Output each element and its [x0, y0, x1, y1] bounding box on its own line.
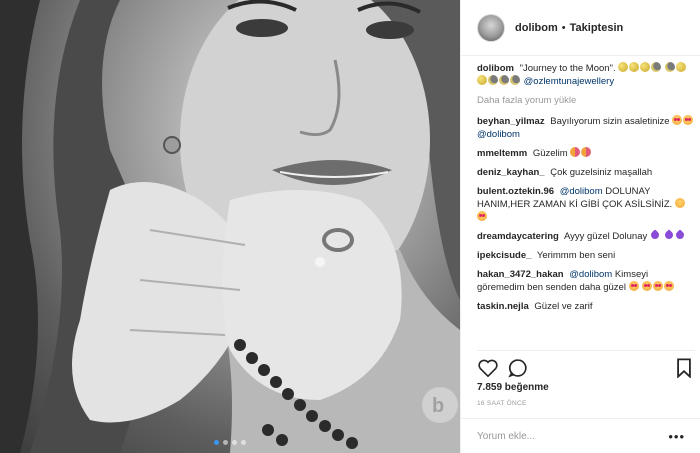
comments-list: dolibom "Journey to the Moon". @ozlemtun…: [477, 62, 695, 346]
header-separator: •: [561, 21, 566, 34]
comment-icon[interactable]: [507, 357, 529, 379]
heart-eyes-emoji-icon: [683, 115, 694, 125]
moon-emoji-icon: [675, 62, 686, 72]
purple-heart-emoji-icon: [662, 229, 675, 241]
comment-item: deniz_kayhan_ Çok guzelsiniz maşallah: [477, 166, 695, 179]
heart-eyes-emoji-icon: [628, 281, 639, 291]
comment-username[interactable]: deniz_kayhan_: [477, 167, 545, 178]
avatar[interactable]: [477, 13, 505, 42]
comment-mention[interactable]: @dolibom: [560, 186, 603, 197]
comment-item: ipekcisude_ Yerimmm ben seni: [477, 249, 695, 262]
comment-text: Ayyy güzel Dolunay: [563, 231, 648, 242]
carousel-indicator: [0, 440, 460, 445]
more-options-icon[interactable]: •••: [668, 429, 685, 444]
couple-emoji-icon: [570, 147, 581, 157]
comment-mention[interactable]: @dolibom: [569, 269, 612, 280]
comment-mention[interactable]: @dolibom: [477, 129, 520, 140]
comment-text: Güzel ve zarif: [534, 301, 593, 312]
portrait-image: b: [0, 0, 460, 453]
moon-emoji-icon: [629, 62, 640, 72]
carousel-dot: [241, 440, 246, 445]
moon-emoji-icon: [488, 75, 498, 85]
add-comment-bar: •••: [461, 418, 700, 453]
caption-text: "Journey to the Moon".: [519, 63, 616, 74]
comment-input[interactable]: [477, 430, 669, 442]
comment-item: taskin.nejla Güzel ve zarif: [477, 300, 695, 313]
comment-text: Bayılıyorum sizin asaletinize: [550, 116, 670, 127]
comment-username[interactable]: dreamdaycatering: [477, 231, 559, 242]
moon-emoji-icon: [651, 62, 662, 72]
comment-username[interactable]: hakan_3472_hakan: [477, 269, 564, 280]
purple-heart-emoji-icon: [673, 229, 686, 241]
comment-item: bulent.oztekin.96 @dolibom DOLUNAY HANIM…: [477, 185, 695, 224]
comment-item: hakan_3472_hakan @dolibom Kimseyi göreme…: [477, 268, 695, 294]
heart-eyes-emoji-icon: [664, 281, 675, 291]
caption-username[interactable]: dolibom: [477, 63, 514, 74]
svg-text:b: b: [432, 395, 444, 417]
heart-icon[interactable]: [477, 357, 499, 379]
post-header: dolibom • Takiptesin: [461, 0, 700, 56]
comment-text: Yerimmm ben seni: [536, 250, 616, 261]
purple-heart-emoji-icon: [649, 229, 661, 241]
heart-eyes-emoji-icon: [477, 211, 487, 221]
heart-eyes-emoji-icon: [642, 281, 653, 291]
comment-text: Güzelim: [532, 148, 568, 159]
follow-status[interactable]: Takiptesin: [570, 22, 624, 34]
comment-item: mmeltemm Güzelim: [477, 147, 695, 160]
post-sidebar: dolibom • Takiptesin dolibom "Journey to…: [460, 0, 700, 453]
bookmark-icon[interactable]: [673, 357, 695, 379]
moon-emoji-icon: [640, 62, 651, 72]
comment-username[interactable]: mmeltemm: [477, 148, 527, 159]
carousel-dot: [223, 440, 228, 445]
moon-emoji-icon: [499, 75, 509, 85]
post-timestamp: 16 SAAT ÖNCE: [477, 400, 527, 407]
heart-eyes-emoji-icon: [672, 115, 683, 125]
couple-emoji-icon: [581, 147, 592, 157]
comment-username[interactable]: taskin.nejla: [477, 301, 529, 312]
moon-emoji-icon: [477, 75, 487, 85]
header-username[interactable]: dolibom: [515, 22, 558, 34]
comment-username[interactable]: beyhan_yilmaz: [477, 116, 545, 127]
caption-mention[interactable]: @ozlemtunajewellery: [524, 76, 614, 87]
carousel-dot: [232, 440, 237, 445]
comment-username[interactable]: bulent.oztekin.96: [477, 186, 554, 197]
post-photo[interactable]: b: [0, 0, 460, 453]
moon-emoji-icon: [618, 62, 629, 72]
smile-emoji-icon: [674, 198, 685, 208]
comment-item: dreamdaycatering Ayyy güzel Dolunay: [477, 229, 695, 243]
moon-emoji-icon: [510, 75, 520, 85]
load-more-comments-link[interactable]: Daha fazla yorum yükle: [477, 94, 695, 107]
comment-item: beyhan_yilmaz Bayılıyorum sizin asaletin…: [477, 115, 695, 141]
caption: dolibom "Journey to the Moon". @ozlemtun…: [477, 62, 695, 88]
heart-eyes-emoji-icon: [653, 281, 664, 291]
comment-username[interactable]: ipekcisude_: [477, 250, 531, 261]
comment-text: Çok guzelsiniz maşallah: [550, 167, 653, 178]
likes-count[interactable]: 7.859 beğenme: [477, 382, 549, 393]
carousel-dot: [214, 440, 219, 445]
post-actions: [477, 350, 695, 378]
moon-emoji-icon: [664, 62, 675, 72]
